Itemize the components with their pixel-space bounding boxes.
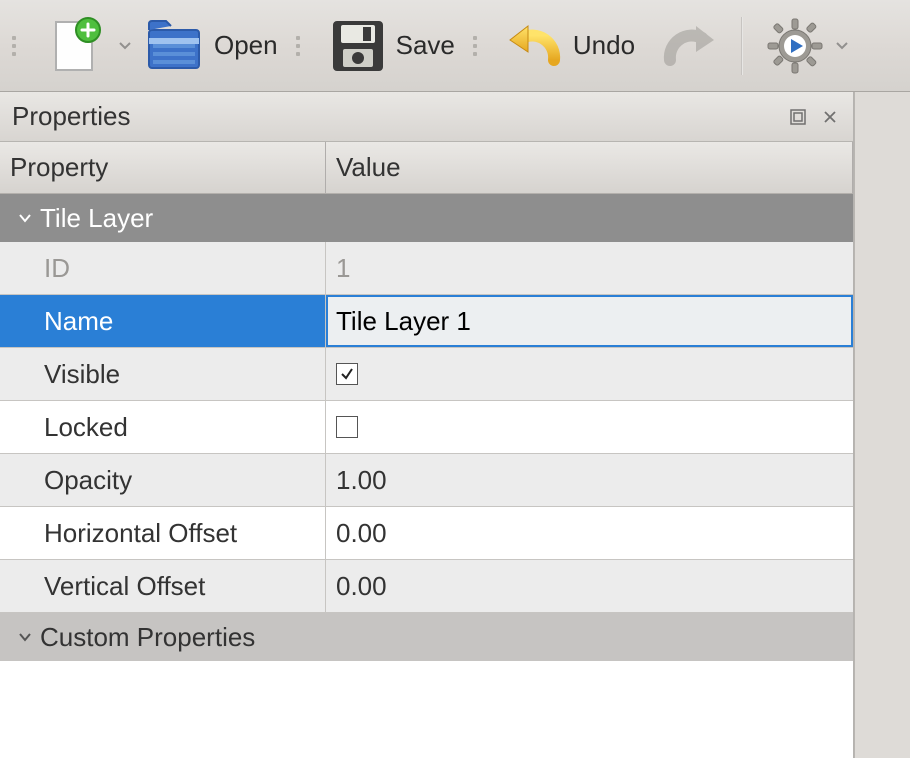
group-label: Tile Layer [40,203,153,234]
locked-checkbox[interactable] [336,416,358,438]
new-file-button[interactable] [30,6,118,86]
table-header: Property Value [0,142,853,194]
open-label: Open [214,30,278,61]
save-button[interactable]: Save [314,6,465,86]
properties-panel: Properties Property Value Tile Layer ID … [0,92,854,758]
label-id: ID [0,242,326,294]
label-hoffset: Horizontal Offset [0,507,326,559]
label-opacity: Opacity [0,454,326,506]
redo-icon [655,12,723,80]
toolbar-grip-3[interactable] [471,22,485,70]
value-opacity[interactable]: 1.00 [326,454,853,506]
group-tile-layer[interactable]: Tile Layer [0,194,853,242]
panel-header: Properties [0,92,853,142]
chevron-down-icon [14,213,36,223]
toolbar-separator [741,17,743,75]
name-input[interactable] [326,295,853,347]
visible-checkbox[interactable] [336,363,358,385]
panel-close-icon[interactable] [817,104,843,130]
row-hoffset[interactable]: Horizontal Offset 0.00 [0,507,853,560]
undo-button[interactable]: Undo [491,6,645,86]
canvas-gutter [854,92,910,758]
new-file-dropdown[interactable] [118,42,132,50]
panel-float-icon[interactable] [785,104,811,130]
toolbar-grip-2[interactable] [294,22,308,70]
gear-run-icon [761,12,829,80]
panel-title: Properties [12,101,779,132]
floppy-save-icon [324,12,392,80]
toolbar-grip[interactable] [10,22,24,70]
row-name[interactable]: Name [0,295,853,348]
empty-area [0,661,853,741]
row-voffset[interactable]: Vertical Offset 0.00 [0,560,853,613]
undo-icon [501,12,569,80]
col-header-property[interactable]: Property [0,142,326,193]
undo-label: Undo [573,30,635,61]
group-custom-properties[interactable]: Custom Properties [0,613,853,661]
value-hoffset[interactable]: 0.00 [326,507,853,559]
row-locked[interactable]: Locked [0,401,853,454]
label-locked: Locked [0,401,326,453]
row-opacity[interactable]: Opacity 1.00 [0,454,853,507]
row-visible[interactable]: Visible [0,348,853,401]
value-voffset[interactable]: 0.00 [326,560,853,612]
redo-button [645,6,733,86]
row-id[interactable]: ID 1 [0,242,853,295]
col-header-value[interactable]: Value [326,142,853,193]
main-toolbar: Open Save Undo [0,0,910,92]
label-voffset: Vertical Offset [0,560,326,612]
run-settings-dropdown[interactable] [835,42,849,50]
run-settings-button[interactable] [751,6,839,86]
group-label: Custom Properties [40,622,255,653]
folder-open-icon [142,12,210,80]
new-file-icon [40,12,108,80]
value-id: 1 [326,242,853,294]
open-button[interactable]: Open [132,6,288,86]
label-visible: Visible [0,348,326,400]
label-name: Name [0,295,326,347]
save-label: Save [396,30,455,61]
chevron-down-icon [14,632,36,642]
